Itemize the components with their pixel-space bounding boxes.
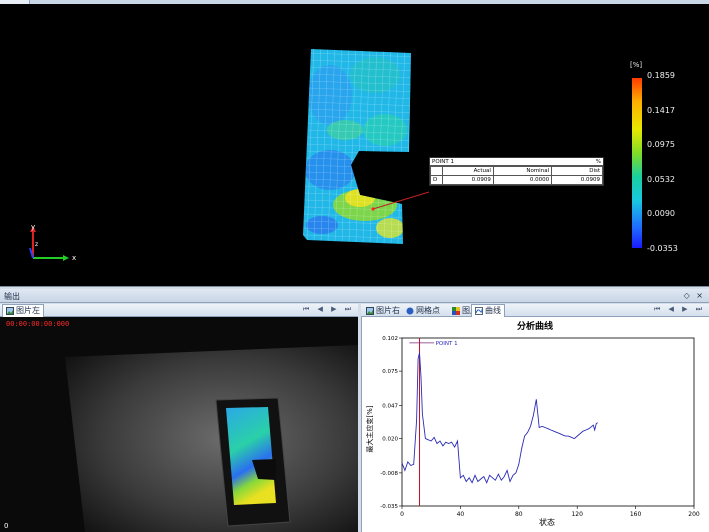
col-actual: Actual bbox=[442, 166, 494, 176]
plot-area bbox=[401, 337, 695, 507]
x-tick-label: 120 bbox=[571, 511, 583, 518]
output-panel-header: 输出 ◇ × bbox=[0, 289, 709, 303]
legend-tick: 0.1417 bbox=[647, 106, 675, 115]
left-pane-nav-buttons[interactable]: ⏮ ◀ ▶ ⏭ bbox=[303, 305, 354, 314]
3d-viewport[interactable]: x y z [%] 0.1859 0.1417 0.0975 0.0532 0.… bbox=[0, 0, 709, 287]
analysis-curve-pane[interactable]: 分析曲线 状态 最大主应变[%] 0.102 0.075 0.047 0.020 -0.… bbox=[361, 317, 709, 532]
x-tick-label: 200 bbox=[688, 511, 700, 518]
y-tick-label: 0.020 bbox=[382, 437, 398, 443]
tab-label: 曲线 bbox=[485, 306, 501, 315]
color-image-icon bbox=[452, 306, 460, 315]
x-tick-label: 40 bbox=[457, 511, 465, 518]
grid-point-icon bbox=[406, 307, 414, 315]
tab-curve[interactable]: 曲线 bbox=[471, 304, 505, 317]
frame-number: 0 bbox=[4, 522, 9, 530]
legend-tick: 0.0975 bbox=[647, 140, 675, 149]
strain-mesh-view: x y z bbox=[29, 49, 642, 262]
tab-image-left[interactable]: 图片左 bbox=[2, 304, 44, 317]
series-point-1-line bbox=[401, 352, 598, 484]
legend-tick: 0.1859 bbox=[647, 71, 675, 80]
axis-x-label: x bbox=[72, 254, 76, 262]
axis-y-label: y bbox=[31, 223, 35, 231]
panel-pin-close-buttons[interactable]: ◇ × bbox=[684, 291, 705, 300]
image-icon bbox=[6, 307, 14, 315]
point-value-table: Actual Nominal Dist D 0.0909 0.0000 0.09… bbox=[430, 166, 603, 185]
legend-color-bar bbox=[632, 78, 642, 248]
right-pane-nav-buttons[interactable]: ⏮ ◀ ▶ ⏭ bbox=[654, 305, 705, 314]
camera-image-left[interactable]: 00:00:00:00:000 0 bbox=[0, 317, 358, 532]
tab-label: 图片右 bbox=[376, 305, 400, 315]
app-window: x y z [%] 0.1859 0.1417 0.0975 0.0532 0.… bbox=[0, 0, 709, 532]
point-unit: % bbox=[595, 159, 601, 165]
video-timestamp: 00:00:00:00:000 bbox=[6, 320, 70, 328]
y-tick-label: 0.075 bbox=[382, 369, 398, 375]
point-info-box[interactable]: POINT 1 % Actual Nominal Dist D 0.0909 0… bbox=[429, 157, 604, 186]
tab-grid-points[interactable]: 网格点 bbox=[403, 304, 443, 317]
series-label: POINT 1 bbox=[436, 341, 458, 347]
value-nominal: 0.0000 bbox=[492, 175, 553, 185]
y-tick-label: 0.102 bbox=[382, 336, 398, 342]
chart-xlabel: 状态 bbox=[539, 517, 555, 527]
x-tick-label: 0 bbox=[400, 511, 404, 518]
x-tick-label: 160 bbox=[630, 511, 642, 518]
left-pane-tabs: 图片左 ⏮ ◀ ▶ ⏭ bbox=[0, 304, 358, 317]
camera-photo bbox=[0, 317, 358, 532]
tab-label: 图片左 bbox=[16, 306, 40, 315]
axis-z-label: z bbox=[35, 241, 38, 248]
y-tick-label: 0.047 bbox=[382, 403, 398, 409]
point-1-marker bbox=[371, 207, 375, 211]
y-tick-label: -0.008 bbox=[380, 471, 398, 477]
col-dist: Dist bbox=[551, 166, 603, 176]
legend-tick: 0.0090 bbox=[647, 209, 675, 218]
x-tick-label: 80 bbox=[515, 511, 523, 518]
curve-icon bbox=[475, 307, 483, 315]
right-pane-tabs: 图片右 网格点 图片 曲线 ⏮ ◀ ▶ ⏭ bbox=[361, 304, 709, 317]
image-icon bbox=[366, 306, 374, 315]
row-label: D bbox=[430, 175, 443, 185]
legend-tick: 0.0532 bbox=[647, 175, 675, 184]
tab-image-right[interactable]: 图片右 bbox=[363, 304, 403, 317]
tab-label: 网格点 bbox=[416, 305, 440, 315]
point-name: POINT 1 bbox=[432, 159, 454, 165]
value-actual: 0.0909 bbox=[442, 175, 494, 185]
legend-tick: -0.0353 bbox=[647, 244, 678, 253]
legend-unit: [%] bbox=[630, 61, 643, 69]
output-title: 输出 bbox=[4, 292, 20, 301]
value-dist: 0.0909 bbox=[551, 175, 603, 185]
y-tick-label: -0.035 bbox=[380, 504, 398, 510]
chart-ylabel: 最大主应变[%] bbox=[365, 405, 374, 452]
col-nominal: Nominal bbox=[492, 166, 553, 176]
chart-title: 分析曲线 bbox=[517, 320, 553, 332]
analysis-curve-chart: 分析曲线 状态 最大主应变[%] 0.102 0.075 0.047 0.020 -0.… bbox=[365, 320, 700, 527]
